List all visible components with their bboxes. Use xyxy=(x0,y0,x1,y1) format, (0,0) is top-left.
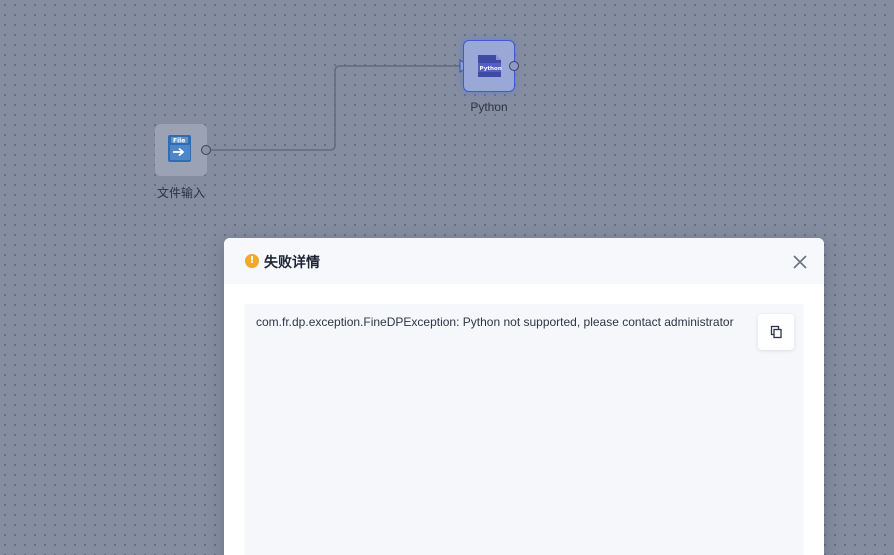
failure-details-dialog: ! 失败详情 com.fr.dp.exception.FineDPExcepti… xyxy=(224,238,824,555)
python-node-icon: Python xyxy=(478,55,502,77)
connection-edge[interactable] xyxy=(211,65,460,151)
copy-button[interactable] xyxy=(758,314,794,350)
workflow-canvas[interactable]: File 文件输入 Python Python ! 失败详情 com.fr.dp… xyxy=(0,0,894,555)
dialog-title: 失败详情 xyxy=(264,255,320,271)
node-label-python: Python xyxy=(470,100,508,114)
copy-icon[interactable] xyxy=(769,325,783,339)
node-label-file-input: 文件输入 xyxy=(156,186,205,200)
file-input-icon: File xyxy=(168,135,191,162)
dialog-header: ! 失败详情 xyxy=(224,238,824,284)
node-python[interactable]: Python xyxy=(463,40,515,92)
close-button[interactable] xyxy=(790,252,810,272)
python-icon-text: Python xyxy=(480,66,502,72)
warning-icon: ! xyxy=(245,254,259,268)
file-icon-text: File xyxy=(173,138,185,145)
close-icon[interactable] xyxy=(790,252,810,272)
error-message: com.fr.dp.exception.FineDPException: Pyt… xyxy=(256,315,734,329)
output-port-python[interactable] xyxy=(509,61,519,71)
dialog-body: com.fr.dp.exception.FineDPException: Pyt… xyxy=(224,284,824,555)
node-file-input[interactable]: File xyxy=(155,124,207,176)
error-message-box: com.fr.dp.exception.FineDPException: Pyt… xyxy=(244,304,804,555)
output-port-file[interactable] xyxy=(201,145,211,155)
